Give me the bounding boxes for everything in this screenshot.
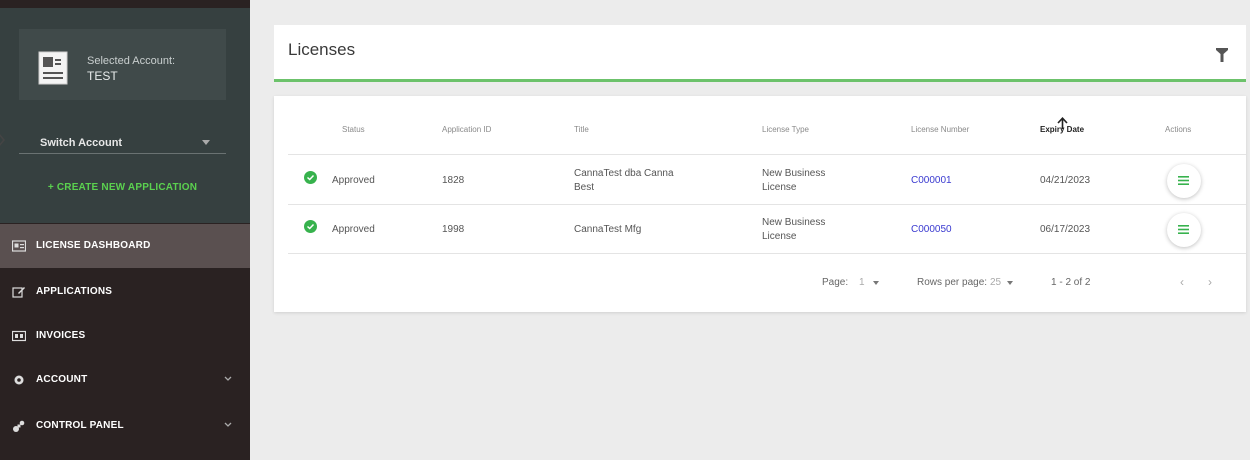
caret-down-icon[interactable] (1007, 281, 1013, 285)
nav-item-control-panel[interactable]: CONTROL PANEL (0, 404, 250, 448)
nav-item-applications[interactable]: APPLICATIONS (0, 270, 250, 314)
column-header-actions: Actions (1165, 125, 1192, 134)
account-id-icon (38, 51, 68, 85)
expiry-date: 04/21/2023 (1040, 175, 1091, 186)
nav-label-applications: APPLICATIONS (36, 286, 113, 297)
gear-icon (14, 375, 24, 385)
row-divider (288, 154, 1246, 155)
nav-label-account: ACCOUNT (36, 374, 88, 385)
nav-label-invoices: INVOICES (36, 330, 86, 341)
selected-account-card: Selected Account: TEST (19, 29, 226, 100)
collapse-arrow-icon[interactable] (0, 133, 6, 147)
selected-account-name: TEST (87, 69, 118, 83)
column-header-status[interactable]: Status (342, 125, 365, 134)
filter-icon[interactable] (1216, 48, 1228, 62)
chevron-down-icon (224, 422, 232, 427)
switch-account-dropdown[interactable]: Switch Account (19, 130, 226, 154)
caret-down-icon (202, 140, 210, 145)
nav-label-control-panel: CONTROL PANEL (36, 420, 124, 431)
license-type-line-1: New Business (762, 217, 826, 228)
sidebar: Selected Account: TEST Switch Account + … (0, 0, 250, 460)
invoice-icon (12, 330, 26, 342)
license-type-line-2: License (762, 231, 797, 242)
nav-item-account[interactable]: ACCOUNT (0, 358, 250, 402)
page-label: Page: (822, 277, 849, 288)
row-actions-button[interactable] (1167, 213, 1201, 247)
create-new-application-button[interactable]: + CREATE NEW APPLICATION (19, 175, 226, 201)
row-divider (288, 204, 1246, 205)
application-id: 1998 (442, 224, 465, 235)
check-circle-icon (304, 171, 317, 184)
title-line-1: CannaTest Mfg (574, 224, 642, 235)
license-type-line-1: New Business (762, 168, 826, 179)
expiry-date: 06/17/2023 (1040, 224, 1091, 235)
licenses-table: Status Application ID Title License Type… (274, 96, 1246, 312)
licenses-header: Licenses (274, 25, 1246, 82)
arrow-up-icon[interactable] (1057, 117, 1068, 129)
status-text: Approved (332, 175, 375, 186)
pagination-range: 1 - 2 of 2 (1051, 277, 1091, 288)
column-header-application-id[interactable]: Application ID (442, 125, 491, 134)
column-header-title[interactable]: Title (574, 125, 589, 134)
chevron-down-icon (224, 376, 232, 381)
id-card-icon (12, 240, 26, 252)
caret-down-icon[interactable] (873, 281, 879, 285)
switch-account-label: Switch Account (40, 137, 123, 149)
page-title: Licenses (288, 40, 356, 59)
rows-per-page-select[interactable]: 25 (990, 277, 1001, 288)
page-select[interactable]: 1 (859, 277, 865, 288)
license-number-link[interactable]: C000050 (911, 223, 952, 236)
check-circle-icon (304, 220, 317, 233)
row-divider (288, 253, 1246, 254)
edit-icon (12, 287, 25, 298)
nav-item-invoices[interactable]: INVOICES (0, 314, 250, 358)
nav-label-license-dashboard: LICENSE DASHBOARD (36, 240, 151, 251)
next-page-icon[interactable]: › (1208, 275, 1212, 289)
menu-icon (1178, 225, 1189, 234)
column-header-license-number[interactable]: License Number (911, 125, 969, 134)
license-number-link[interactable]: C000001 (911, 174, 952, 187)
row-actions-button[interactable] (1167, 164, 1201, 198)
column-header-license-type[interactable]: License Type (762, 125, 809, 134)
title-line-1: CannaTest dba Canna (574, 168, 674, 179)
nav-item-license-dashboard[interactable]: LICENSE DASHBOARD (0, 224, 250, 268)
title-line-2: Best (574, 182, 595, 193)
license-type-line-2: License (762, 182, 797, 193)
rows-per-page-label: Rows per page: (917, 277, 988, 288)
status-text: Approved (332, 224, 375, 235)
application-id: 1828 (442, 175, 465, 186)
selected-account-label: Selected Account: (87, 55, 176, 67)
control-panel-icon (13, 420, 25, 432)
previous-page-icon[interactable]: ‹ (1180, 275, 1184, 289)
menu-icon (1178, 176, 1189, 185)
